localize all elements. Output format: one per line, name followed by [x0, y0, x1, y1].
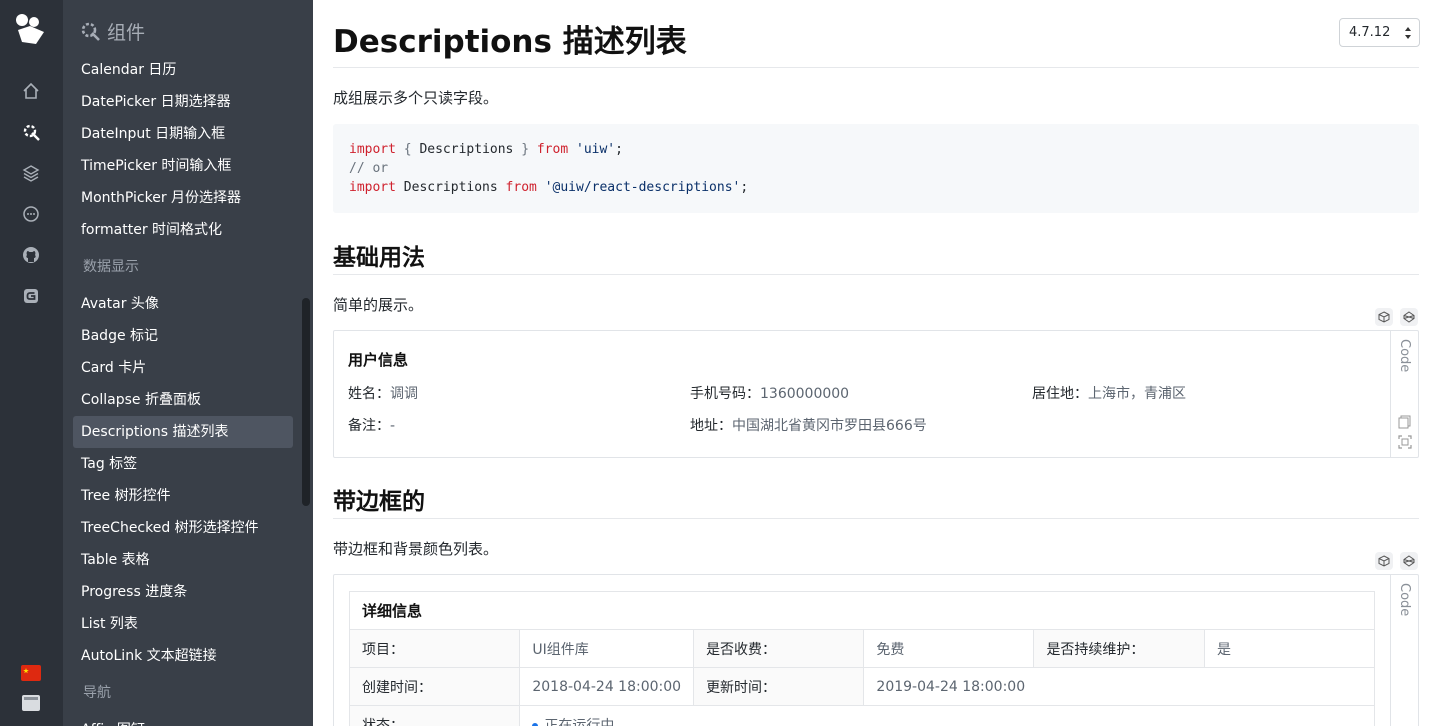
components-icon: [81, 22, 100, 41]
table-row: 项目： UI组件库 是否收费： 免费 是否持续维护： 是: [348, 629, 1375, 668]
panel-icon[interactable]: [20, 692, 42, 714]
code-line-1: import { Descriptions } from 'uiw';: [349, 142, 623, 157]
home-icon[interactable]: [20, 80, 42, 102]
field-residence: 居住地：上海市，青浦区: [1032, 386, 1186, 402]
demo-basic: 用户信息 姓名：调调 手机号码：1360000000 居住地：上海市，青浦区 备…: [333, 330, 1419, 458]
demo-bordered: 详细信息 项目： UI组件库 是否收费： 免费 是否持续维护： 是 创建时间： …: [333, 574, 1419, 726]
codepen-icon[interactable]: [1400, 552, 1418, 570]
sidebar-item[interactable]: Affix 图钉: [73, 714, 293, 726]
sidebar-header-label: 组件: [107, 21, 146, 44]
descriptions-title: 详细信息: [349, 591, 1375, 629]
cell-value: 2018-04-24 18:00:00: [519, 667, 695, 706]
cell-label: 项目：: [348, 629, 521, 668]
cell-value: 是: [1204, 629, 1375, 668]
sidebar-item[interactable]: AutoLink 文本超链接: [73, 640, 293, 672]
divider: [333, 274, 1419, 275]
cell-label: 是否持续维护：: [1033, 629, 1206, 668]
field-name: 姓名：调调: [348, 386, 418, 402]
sidebar-item[interactable]: formatter 时间格式化: [73, 214, 293, 246]
sidebar-group-label: 导航: [83, 685, 111, 701]
bordered-descriptions: 详细信息 项目： UI组件库 是否收费： 免费 是否持续维护： 是 创建时间： …: [348, 591, 1375, 726]
sidebar-item[interactable]: MonthPicker 月份选择器: [73, 182, 293, 214]
demo-toolbar: [1375, 552, 1418, 570]
china-flag-icon[interactable]: [20, 662, 42, 684]
sidebar-item[interactable]: Collapse 折叠面板: [73, 384, 293, 416]
section-heading-bordered: 带边框的: [333, 489, 425, 515]
sidebar-item[interactable]: Progress 进度条: [73, 576, 293, 608]
sidebar-item[interactable]: Badge 标记: [73, 320, 293, 352]
sidebar-list: Calendar 日历 DatePicker 日期选择器 DateInput 日期输…: [73, 54, 293, 726]
intro-text: 成组展示多个只读字段。: [333, 89, 499, 107]
table-row: 创建时间： 2018-04-24 18:00:00 更新时间： 2019-04-…: [348, 667, 1375, 706]
field-phone: 手机号码：1360000000: [690, 386, 850, 402]
descriptions-title: 用户信息: [348, 351, 409, 369]
status-dot: [532, 722, 539, 726]
cell-value: 免费: [863, 629, 1035, 668]
divider: [333, 518, 1419, 519]
sidebar-group-label: 数据显示: [83, 259, 139, 275]
field-address: 地址：中国湖北省黄冈市罗田县666号: [690, 418, 927, 434]
descriptions-table: 项目： UI组件库 是否收费： 免费 是否持续维护： 是 创建时间： 2018-…: [348, 629, 1375, 726]
version-select[interactable]: 4.7.12: [1339, 18, 1420, 47]
fullscreen-icon[interactable]: [1398, 435, 1412, 449]
code-line-2: // or: [349, 161, 389, 176]
sidebar-item[interactable]: Table 表格: [73, 544, 293, 576]
cell-label: 更新时间：: [693, 667, 865, 706]
chevron-updown-icon: [1405, 27, 1411, 39]
cell-value: 2019-04-24 18:00:00: [863, 667, 1375, 706]
copy-icon[interactable]: [1398, 415, 1412, 429]
page-title: Descriptions 描述列表: [333, 24, 687, 60]
sidebar-item[interactable]: List 列表: [73, 608, 293, 640]
table-row: 状态： 正在运行中: [348, 705, 1375, 726]
layers-icon[interactable]: [20, 162, 42, 184]
sidebar-item[interactable]: DateInput 日期输入框: [73, 118, 293, 150]
section-desc-basic: 简单的展示。: [333, 296, 424, 314]
sidebar: 组件 Calendar 日历 DatePicker 日期选择器 DateInput …: [63, 0, 313, 726]
sidebar-scrollbar[interactable]: [302, 298, 310, 506]
cell-value: 正在运行中: [519, 705, 1375, 726]
github-icon[interactable]: [20, 244, 42, 266]
demo-toolbar: [1375, 308, 1418, 326]
gitee-icon[interactable]: [20, 285, 42, 307]
divider: [333, 67, 1419, 68]
codepen-icon[interactable]: [1400, 308, 1418, 326]
sidebar-item[interactable]: TreeChecked 树形选择控件: [73, 512, 293, 544]
status-text: 正在运行中: [544, 717, 615, 726]
codesandbox-icon[interactable]: [1375, 308, 1393, 326]
cell-label: 状态：: [348, 705, 521, 726]
components-icon[interactable]: [20, 121, 42, 143]
sidebar-header: 组件: [79, 18, 145, 44]
code-panel-toggle[interactable]: Code: [1390, 331, 1418, 457]
section-heading-basic: 基础用法: [333, 245, 425, 271]
import-code-block: import { Descriptions } from 'uiw'; // o…: [333, 124, 1419, 213]
version-value: 4.7.12: [1349, 25, 1391, 40]
cell-label: 创建时间：: [348, 667, 521, 706]
sidebar-item[interactable]: DatePicker 日期选择器: [73, 86, 293, 118]
code-line-3: import Descriptions from '@uiw/react-des…: [349, 180, 749, 195]
main-content: Descriptions 描述列表 4.7.12 成组展示多个只读字段。 imp…: [313, 0, 1438, 726]
code-label: Code: [1397, 339, 1412, 373]
code-panel-toggle[interactable]: Code: [1390, 575, 1418, 726]
chat-icon[interactable]: [20, 203, 42, 225]
codesandbox-icon[interactable]: [1375, 552, 1393, 570]
sidebar-item[interactable]: Card 卡片: [73, 352, 293, 384]
field-remark: 备注：-: [348, 418, 396, 434]
sidebar-item[interactable]: Calendar 日历: [73, 54, 293, 86]
cell-value: UI组件库: [519, 629, 695, 668]
icon-rail: [0, 0, 63, 726]
logo-icon[interactable]: [14, 12, 48, 46]
sidebar-item[interactable]: TimePicker 时间输入框: [73, 150, 293, 182]
sidebar-item[interactable]: Avatar 头像: [73, 288, 293, 320]
sidebar-item[interactable]: Tag 标签: [73, 448, 293, 480]
sidebar-item[interactable]: Tree 树形控件: [73, 480, 293, 512]
sidebar-item[interactable]: Descriptions 描述列表: [73, 416, 293, 448]
cell-label: 是否收费：: [693, 629, 865, 668]
section-desc-bordered: 带边框和背景颜色列表。: [333, 540, 499, 558]
code-label: Code: [1397, 583, 1412, 617]
